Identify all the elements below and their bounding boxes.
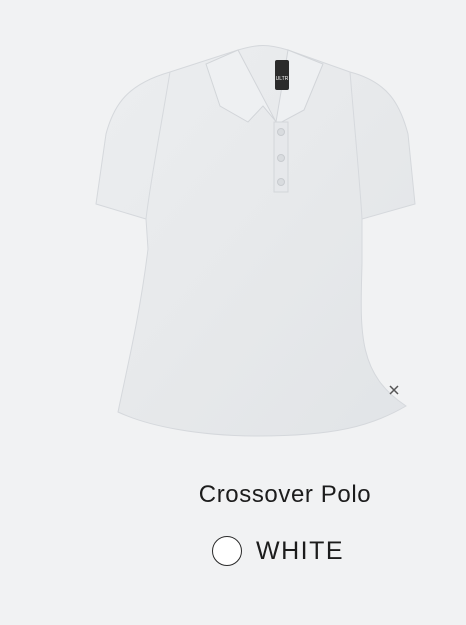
color-swatch-white[interactable]: [212, 536, 242, 566]
color-swatch-label: WHITE: [256, 536, 345, 565]
color-swatch-row: WHITE: [212, 536, 344, 566]
button-2: [277, 154, 285, 162]
button-3: [277, 178, 285, 186]
button-1: [277, 128, 285, 136]
neck-label: [275, 60, 289, 90]
hem-logo-icon: [389, 385, 399, 395]
neck-label-logo: ULTR: [276, 76, 289, 82]
product-card[interactable]: ULTR Crossover Polo WHITE: [0, 0, 466, 625]
product-name[interactable]: Crossover Polo: [0, 481, 466, 509]
product-image[interactable]: ULTR: [88, 34, 436, 454]
